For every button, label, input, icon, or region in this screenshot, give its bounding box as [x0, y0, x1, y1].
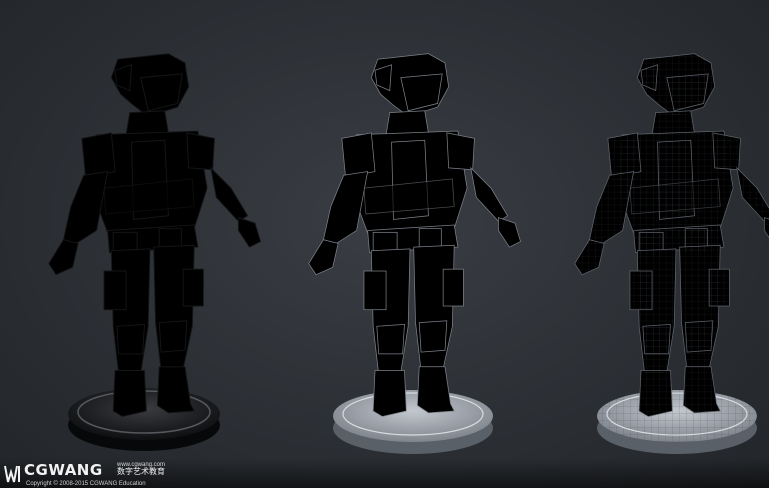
character-renders	[0, 0, 769, 454]
watermark-copyright: Copyright © 2008-2015 CGWANG Education	[26, 481, 146, 487]
textured-render	[49, 54, 261, 451]
watermark-chinese: 数字艺术教育	[117, 467, 165, 476]
wireframe-render	[575, 54, 769, 454]
render-canvas: .fig-dark .p-base { fill: #242526; } .fi…	[0, 0, 769, 488]
cgwang-logo-icon	[4, 465, 20, 483]
clay-render	[309, 54, 521, 454]
watermark-brand: CGWANG	[24, 461, 103, 479]
watermark: CGWANG www.cgwang.com 数字艺术教育 Copyright ©…	[0, 458, 769, 488]
